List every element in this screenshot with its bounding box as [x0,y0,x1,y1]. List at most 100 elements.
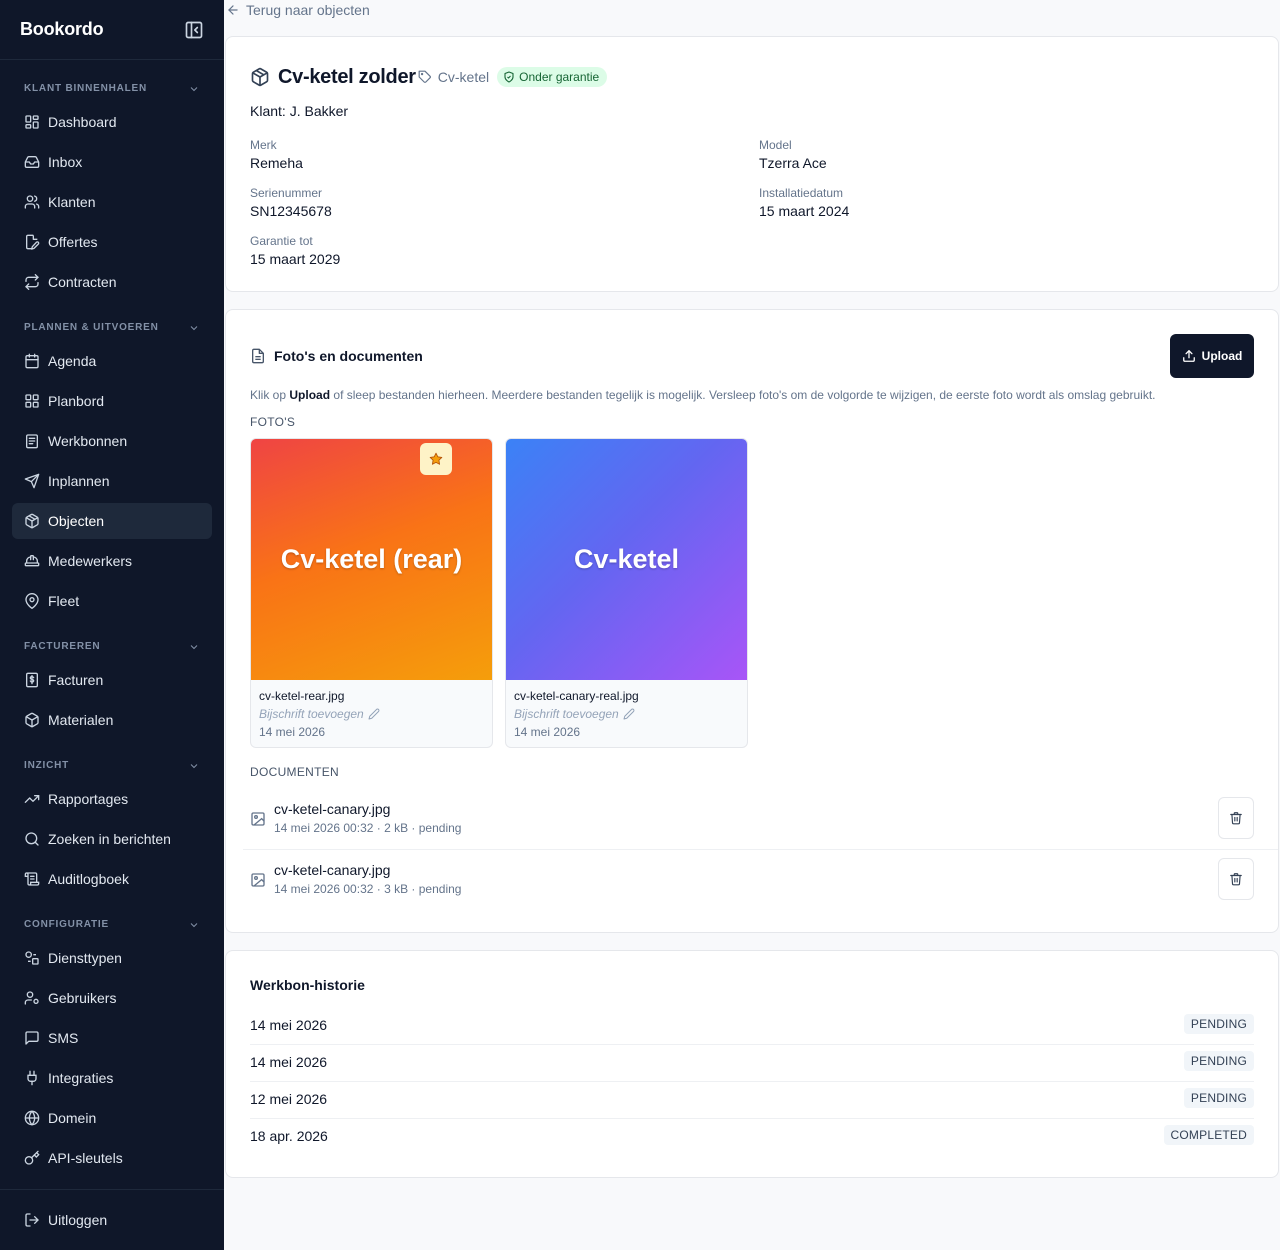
sidebar-item-agenda[interactable]: Agenda [12,343,212,379]
field-value-model: Tzerra Ace [759,155,827,171]
sidebar-item-objecten[interactable]: Objecten [12,503,212,539]
sidebar-item-diensttypen[interactable]: Diensttypen [12,940,212,976]
sidebar-section-inzicht[interactable]: INZICHT [24,760,200,774]
dashboard-icon [24,114,40,130]
delete-document-button[interactable] [1218,858,1254,900]
pencil-icon [623,708,635,720]
sidebar-item-gebruikers[interactable]: Gebruikers [12,980,212,1016]
photo-filename: cv-ketel-canary-real.jpg [514,689,639,703]
upload-button[interactable]: Upload [1170,334,1254,378]
customer-line: Klant: J. Bakker [250,103,349,119]
document-name[interactable]: cv-ketel-canary.jpg [274,801,390,817]
sidebar-section-configuratie[interactable]: CONFIGURATIE [24,919,200,933]
cover-star-icon[interactable] [420,443,452,475]
sidebar-item-dashboard[interactable]: Dashboard [12,104,212,140]
chevron-down-icon [188,760,200,772]
sidebar-item-facturen[interactable]: Facturen [12,662,212,698]
invoice-icon [24,672,40,688]
box-icon [24,712,40,728]
sidebar-item-inbox[interactable]: Inbox [12,144,212,180]
media-card: Foto's en documenten Upload Klik op Uplo… [225,309,1279,933]
object-details-card: Cv-ketel zolder Cv-ketel Onder garantie … [225,36,1279,292]
sidebar-item-materialen[interactable]: Materialen [12,702,212,738]
status-badge: COMPLETED [1163,1125,1254,1145]
sidebar-item-planbord[interactable]: Planbord [12,383,212,419]
trending-icon [24,791,40,807]
shapes-icon [24,950,40,966]
sidebar-item-fleet[interactable]: Fleet [12,583,212,619]
photo-card[interactable]: Cv-ketel (rear) cv-ketel-rear.jpg Bijsch… [250,438,493,748]
document-row[interactable]: cv-ketel-canary.jpg 14 mei 2026 00:32 · … [226,849,1278,910]
sidebar-item-offertes[interactable]: Offertes [12,224,212,260]
sidebar-item-api-sleutels[interactable]: API-sleutels [12,1140,212,1176]
history-title: Werkbon-historie [250,977,365,993]
photo-filename: cv-ketel-rear.jpg [259,689,345,703]
document-name[interactable]: cv-ketel-canary.jpg [274,862,390,878]
sidebar-item-werkbonnen[interactable]: Werkbonnen [12,423,212,459]
chevron-down-icon [188,322,200,334]
status-badge: PENDING [1183,1014,1254,1034]
delete-document-button[interactable] [1218,797,1254,839]
sidebar-section-klant-binnenhalen[interactable]: KLANT BINNENHALEN [24,83,200,97]
sidebar-item-rapportages[interactable]: Rapportages [12,781,212,817]
photo-caption-field[interactable]: Bijschrift toevoegen [514,705,739,723]
users-icon [24,194,40,210]
sidebar-item-contracten[interactable]: Contracten [12,264,212,300]
photo-date: 14 mei 2026 [259,725,326,739]
warranty-badge: Onder garantie [497,67,608,87]
photo-card[interactable]: Cv-ketel cv-ketel-canary-real.jpg Bijsch… [505,438,748,748]
photo-caption-field[interactable]: Bijschrift toevoegen [259,705,484,723]
status-badge: PENDING [1183,1051,1254,1071]
logout-button[interactable]: Uitloggen [12,1202,212,1238]
send-icon [24,473,40,489]
sidebar-collapse-icon[interactable] [184,20,204,40]
sidebar-divider [0,59,224,60]
page-title: Cv-ketel zolder [278,65,416,88]
photo-meta: cv-ketel-canary-real.jpg Bijschrift toev… [514,687,739,741]
history-row[interactable]: 12 mei 2026 PENDING [226,1082,1278,1119]
plug-icon [24,1070,40,1086]
sidebar-item-auditlogboek[interactable]: Auditlogboek [12,861,212,897]
chevron-down-icon [188,83,200,95]
key-icon [24,1150,40,1166]
sidebar-item-inplannen[interactable]: Inplannen [12,463,212,499]
message-icon [24,1030,40,1046]
chevron-down-icon [188,919,200,931]
sidebar-item-klanten[interactable]: Klanten [12,184,212,220]
history-date: 14 mei 2026 [250,1017,328,1033]
pencil-icon [368,708,380,720]
sidebar: Bookordo KLANT BINNENHALEN Dashboard Inb… [0,0,224,1250]
sidebar-item-integraties[interactable]: Integraties [12,1060,212,1096]
file-edit-icon [24,234,40,250]
field-label-installatiedatum: Installatiedatum [759,186,844,200]
history-date: 12 mei 2026 [250,1091,328,1107]
history-row[interactable]: 14 mei 2026 PENDING [226,1008,1278,1045]
field-label-garantie-tot: Garantie tot [250,234,313,248]
scroll-icon [24,871,40,887]
shield-check-icon [503,71,515,83]
upload-help-text: Klik op Upload of sleep bestanden hierhe… [250,388,1156,402]
sidebar-section-factureren[interactable]: FACTUREREN [24,641,200,655]
globe-icon [24,1110,40,1126]
app-logo: Bookordo [20,19,104,39]
sidebar-item-sms[interactable]: SMS [12,1020,212,1056]
photo-thumbnail[interactable]: Cv-ketel [506,439,747,680]
photo-thumbnail[interactable]: Cv-ketel (rear) [251,439,492,680]
history-date: 14 mei 2026 [250,1054,328,1070]
history-row[interactable]: 14 mei 2026 PENDING [226,1045,1278,1082]
sidebar-item-zoeken-in-berichten[interactable]: Zoeken in berichten [12,821,212,857]
field-label-model: Model [759,138,792,152]
trash-icon [1230,812,1242,825]
document-meta: 14 mei 2026 00:32 · 3 kB · pending [274,882,462,896]
history-row[interactable]: 18 apr. 2026 COMPLETED [226,1119,1278,1156]
customer-name[interactable]: J. Bakker [290,103,348,119]
hardhat-icon [24,553,40,569]
sidebar-section-plannen-uitvoeren[interactable]: PLANNEN & UITVOEREN [24,322,200,336]
history-date: 18 apr. 2026 [250,1128,328,1144]
sidebar-item-medewerkers[interactable]: Medewerkers [12,543,212,579]
board-icon [24,393,40,409]
sidebar-item-domein[interactable]: Domein [12,1100,212,1136]
document-row[interactable]: cv-ketel-canary.jpg 14 mei 2026 00:32 · … [226,788,1278,849]
package-icon [24,513,40,529]
back-link[interactable]: Terug naar objecten [226,2,370,18]
